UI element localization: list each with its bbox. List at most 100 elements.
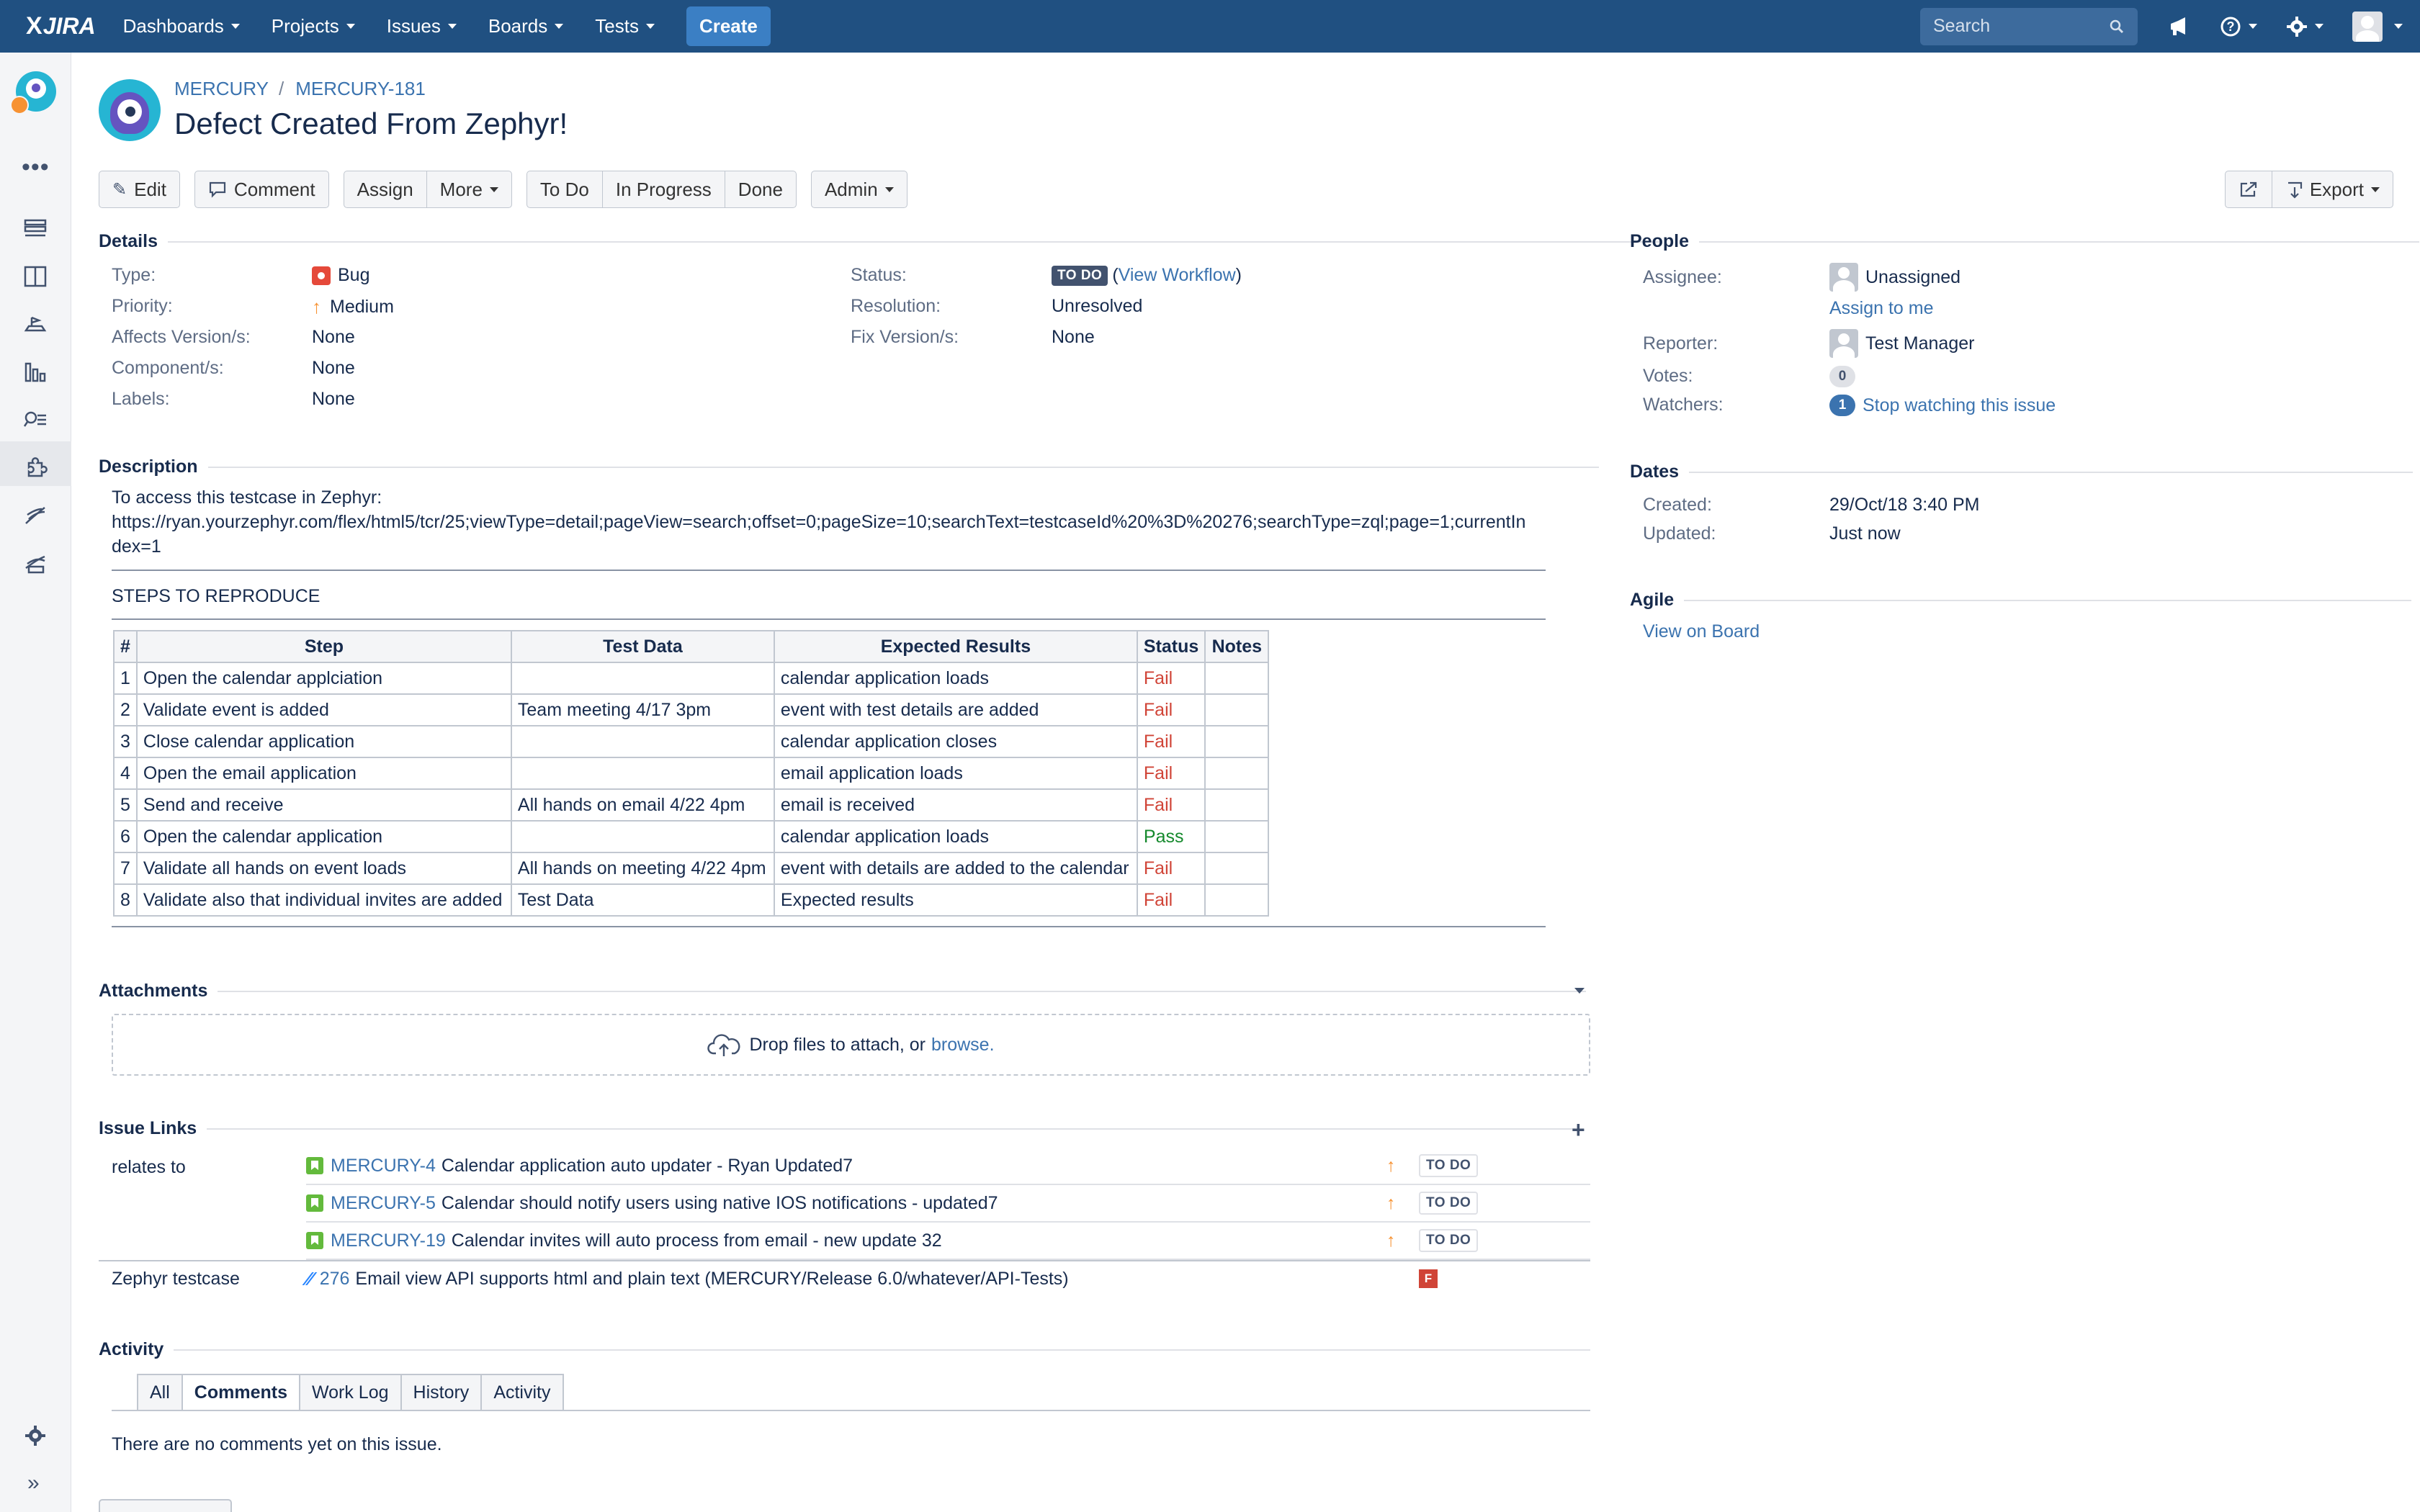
tab-history[interactable]: History — [400, 1374, 483, 1411]
reports-icon[interactable] — [23, 359, 48, 384]
activity-heading: Activity — [99, 1339, 1591, 1360]
more-button[interactable]: More — [426, 171, 512, 208]
col-step: Step — [135, 630, 512, 663]
settings-icon[interactable] — [2286, 16, 2323, 37]
row-expected: event with test details are added — [773, 693, 1138, 726]
create-button[interactable]: Create — [686, 6, 771, 46]
tab-comments[interactable]: Comments — [181, 1374, 300, 1411]
expand-sidebar-icon[interactable]: » — [27, 1471, 40, 1495]
field-components-label: Component/s: — [112, 358, 224, 378]
row-notes — [1204, 883, 1270, 917]
nav-tests[interactable]: Tests — [595, 15, 655, 37]
attachments-options-chevron-icon[interactable] — [1574, 988, 1585, 994]
bug-icon — [312, 266, 331, 285]
col-status: Status — [1136, 630, 1206, 663]
field-reporter-label: Reporter: — [1643, 333, 1718, 354]
col-notes: Notes — [1204, 630, 1270, 663]
zephyr-cycles-icon[interactable] — [23, 551, 48, 575]
section-divider — [207, 1128, 1576, 1130]
todo-transition-button[interactable]: To Do — [526, 171, 603, 208]
export-icon — [2287, 181, 2302, 199]
zephyr-url-link[interactable]: https://ryan.yourzephyr.com/flex/html5/t… — [112, 512, 1525, 533]
edit-button[interactable]: ✎ Edit — [99, 171, 180, 208]
comment-button[interactable]: Comment — [194, 171, 329, 208]
row-step: Close calendar application — [135, 725, 512, 758]
issue-project-avatar[interactable] — [99, 79, 161, 141]
nav-issues[interactable]: Issues — [387, 15, 457, 37]
tab-all[interactable]: All — [137, 1374, 183, 1411]
attachments-heading: Attachments — [99, 981, 1587, 1002]
breadcrumb-issue-link[interactable]: MERCURY-181 — [295, 78, 426, 100]
issues-search-icon[interactable] — [23, 408, 48, 433]
jira-logo[interactable]: X JIRA — [26, 12, 96, 40]
tab-activity[interactable]: Activity — [480, 1374, 564, 1411]
share-button[interactable] — [2224, 171, 2272, 208]
workflow-group: To Do In Progress Done — [526, 171, 797, 208]
jira-logo-mark: X — [26, 12, 42, 40]
linked-issue-key[interactable]: MERCURY-4 — [331, 1156, 436, 1176]
done-transition-button[interactable]: Done — [725, 171, 797, 208]
description-heading: Description — [99, 456, 1599, 477]
notifications-icon[interactable] — [2168, 16, 2191, 37]
nav-dashboards[interactable]: Dashboards — [123, 15, 240, 37]
user-avatar[interactable] — [2352, 11, 2383, 42]
row-status: Fail — [1136, 693, 1206, 726]
zephyr-testcase-id[interactable]: 276 — [320, 1269, 350, 1290]
view-on-board-link[interactable]: View on Board — [1643, 621, 1760, 642]
row-step: Open the email application — [135, 757, 512, 790]
releases-icon[interactable] — [23, 312, 48, 336]
upload-cloud-icon — [707, 1034, 740, 1056]
chevron-down-icon — [489, 186, 498, 192]
add-link-icon[interactable]: + — [1572, 1117, 1585, 1143]
project-settings-icon[interactable] — [23, 1423, 48, 1448]
admin-button[interactable]: Admin — [810, 171, 908, 208]
more-icon[interactable]: ••• — [22, 153, 50, 181]
row-test-data — [510, 820, 775, 853]
nav-boards[interactable]: Boards — [488, 15, 564, 37]
browse-link[interactable]: browse. — [931, 1035, 995, 1056]
section-divider — [1689, 471, 2414, 473]
project-avatar-pupil — [32, 84, 40, 92]
stop-watching-link[interactable]: Stop watching this issue — [1863, 395, 2056, 416]
story-icon — [306, 1232, 323, 1249]
row-notes — [1204, 725, 1270, 758]
nav-projects[interactable]: Projects — [272, 15, 355, 37]
row-notes — [1204, 662, 1270, 695]
backlog-icon[interactable] — [23, 217, 48, 241]
breadcrumb-project-link[interactable]: MERCURY — [174, 78, 269, 100]
assign-button[interactable]: Assign — [343, 171, 427, 208]
row-expected: email application loads — [773, 757, 1138, 790]
assign-to-me-link[interactable]: Assign to me — [1829, 298, 1934, 319]
nav-issues-label: Issues — [386, 15, 441, 37]
top-navigation: X JIRA Dashboards Projects Issues Boards… — [0, 0, 2420, 53]
linked-issue-key[interactable]: MERCURY-19 — [331, 1230, 446, 1251]
details-heading-label: Details — [99, 231, 158, 251]
tab-work-log[interactable]: Work Log — [298, 1374, 402, 1411]
search-input[interactable]: Search — [1920, 7, 2138, 45]
field-votes-value[interactable]: 0 — [1829, 366, 1863, 387]
zephyr-tests-icon[interactable] — [23, 503, 48, 528]
zephyr-status-badge: F — [1419, 1269, 1438, 1288]
row-number: 2 — [113, 693, 138, 726]
row-step: Validate event is added — [135, 693, 512, 726]
attachments-dropzone[interactable]: Drop files to attach, or browse. — [112, 1014, 1590, 1076]
col-test-data: Test Data — [510, 630, 775, 663]
in-progress-transition-button[interactable]: In Progress — [602, 171, 725, 208]
comment-button-bottom[interactable] — [99, 1499, 232, 1512]
issue-links-heading-label: Issue Links — [99, 1118, 197, 1138]
row-expected: calendar application closes — [773, 725, 1138, 758]
linked-issue-key[interactable]: MERCURY-5 — [331, 1193, 436, 1214]
export-button[interactable]: Export — [2272, 171, 2393, 208]
row-number: 4 — [113, 757, 138, 790]
board-icon[interactable] — [23, 264, 48, 289]
addons-icon[interactable] — [23, 456, 48, 480]
view-workflow-link[interactable]: View Workflow — [1119, 265, 1236, 286]
zephyr-url-link-continued[interactable]: dex=1 — [112, 536, 161, 557]
paren-open: ( — [1112, 265, 1119, 285]
section-divider — [1698, 240, 2419, 243]
dates-heading-label: Dates — [1630, 462, 1680, 482]
table-row: 2 Validate event is added Team meeting 4… — [113, 693, 1270, 726]
admin-group: Admin — [810, 171, 908, 208]
help-icon[interactable]: ? — [2220, 16, 2257, 37]
field-watchers-value: 1 Stop watching this issue — [1829, 395, 2056, 416]
